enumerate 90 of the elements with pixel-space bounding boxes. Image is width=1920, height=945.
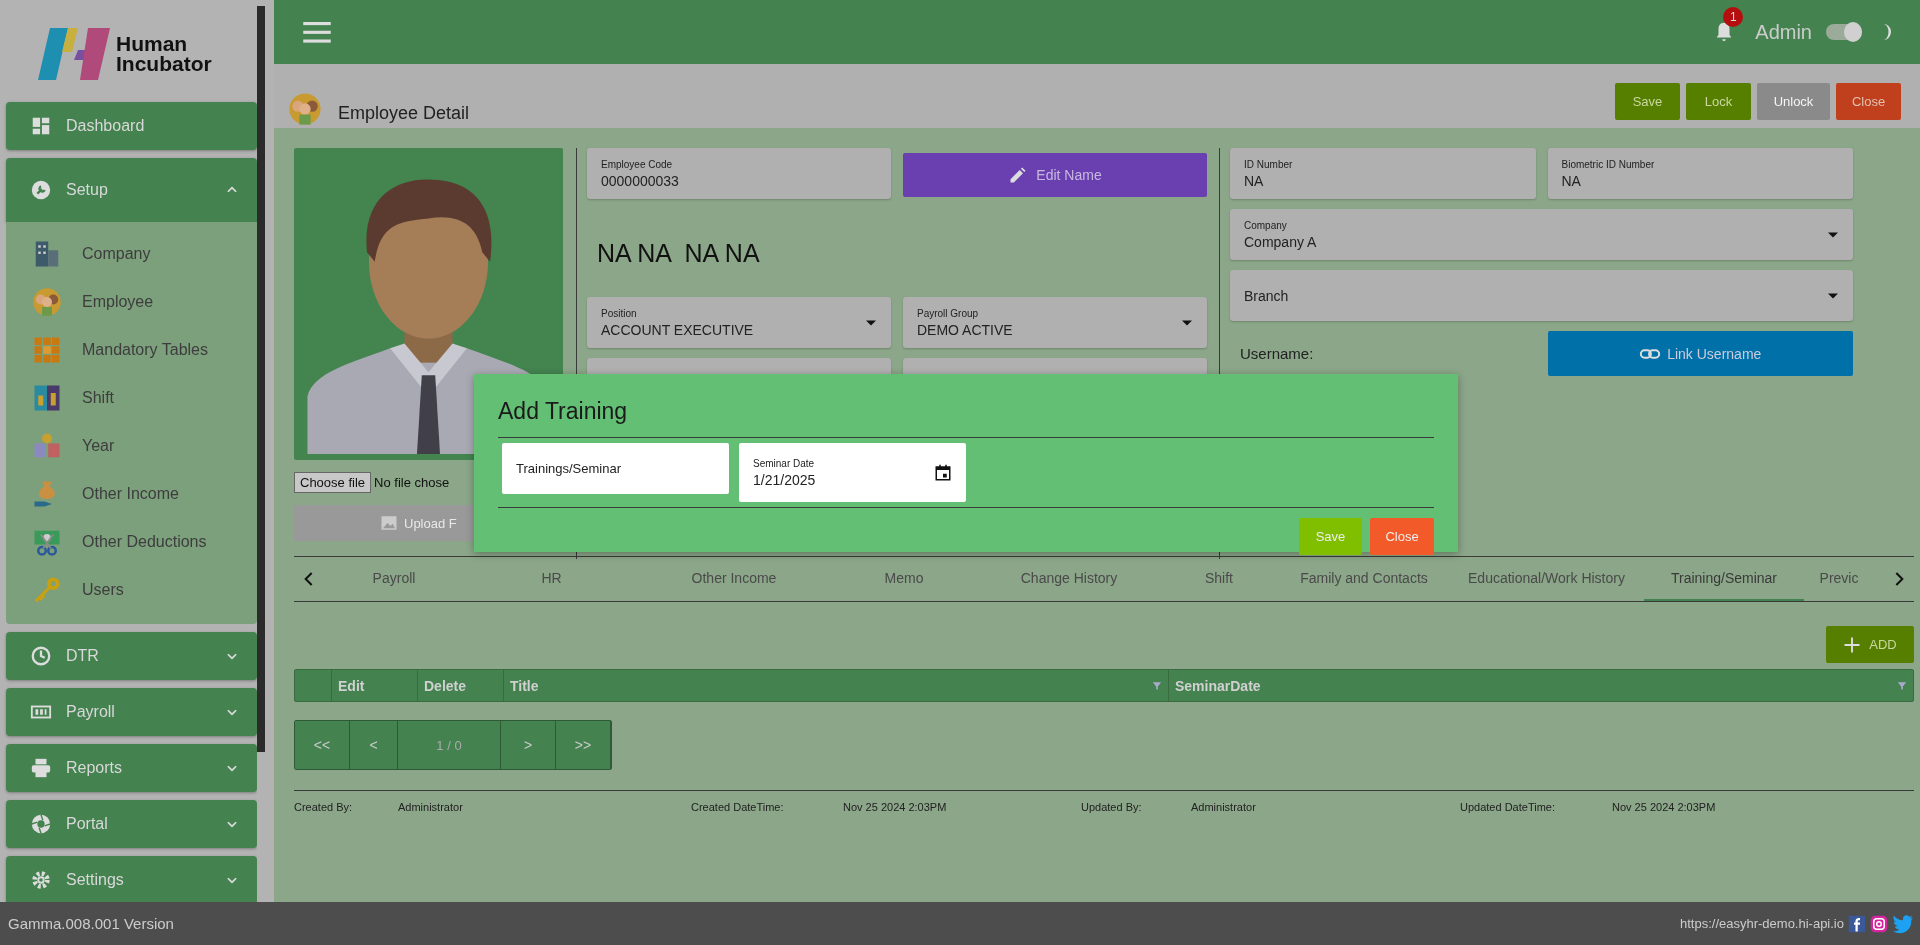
submenu-item[interactable]: Other Deductions — [6, 518, 257, 566]
tab[interactable]: Educational/Work History — [1449, 557, 1644, 601]
submenu-item[interactable]: Shift — [6, 374, 257, 422]
audit-value: Nov 25 2024 2:03PM — [1611, 801, 1716, 813]
input-field[interactable]: Biometric ID Number NA — [1547, 148, 1853, 199]
audit-label: Created By: — [294, 801, 354, 813]
instagram-icon — [1870, 914, 1888, 933]
input-field[interactable]: Employee Code 0000000033 — [587, 148, 891, 199]
site-link[interactable]: https://easyhr-demo.hi-api.io — [1679, 916, 1844, 931]
pager-button[interactable]: << — [295, 721, 350, 769]
theme-toggle[interactable] — [1826, 24, 1862, 40]
nav-item[interactable]: Settings — [6, 856, 257, 902]
tab[interactable]: HR — [464, 557, 639, 601]
facebook-icon — [1848, 914, 1866, 933]
tab[interactable]: Payroll — [324, 557, 464, 601]
pager-button[interactable]: >> — [556, 721, 611, 769]
aperture-icon — [30, 813, 52, 835]
pager-button[interactable]: > — [501, 721, 556, 769]
pager-button[interactable]: < — [350, 721, 398, 769]
dialog-title: Add Training — [498, 374, 1434, 438]
column-header[interactable]: Edit — [338, 677, 365, 694]
column-header[interactable]: SeminarDate — [1175, 677, 1261, 694]
nav-item[interactable]: Payroll — [6, 688, 257, 736]
filter-icon — [1152, 680, 1162, 691]
dropdown-field[interactable]: Payroll Group DEMO ACTIVE — [903, 297, 1207, 348]
column-header[interactable]: Title — [510, 677, 539, 694]
audit-value: Administrator — [398, 801, 463, 813]
notification-badge: 1 — [1723, 7, 1744, 27]
scrollbar[interactable] — [257, 6, 265, 752]
input-field[interactable]: ID Number NA — [1230, 148, 1536, 199]
plus-icon — [1843, 635, 1862, 654]
image-icon — [380, 514, 398, 532]
settings-icon — [30, 869, 52, 891]
action-button[interactable]: Save — [1615, 82, 1680, 120]
page-title: Employee Detail — [338, 103, 470, 125]
username-label: Username: — [1239, 345, 1315, 362]
filter-icon — [1897, 680, 1907, 691]
tab[interactable]: Family and Contacts — [1279, 557, 1449, 601]
submenu-item[interactable]: Other Income — [6, 470, 257, 518]
clock-icon — [30, 645, 52, 667]
dropdown-field[interactable]: Company Company A — [1230, 209, 1853, 260]
action-button[interactable]: Close — [1836, 82, 1901, 120]
panels-icon — [32, 383, 62, 413]
audit-label: Created DateTime: — [691, 801, 785, 813]
tab[interactable]: Previc — [1804, 557, 1874, 601]
employee-name: NA NA NA NA — [596, 237, 761, 269]
audit-value: Administrator — [1191, 801, 1256, 813]
printer-icon — [30, 757, 52, 779]
column-header[interactable]: Delete — [424, 677, 467, 694]
nav-item[interactable]: Setup — [6, 158, 257, 222]
people-icon — [288, 92, 322, 126]
date-field[interactable]: Seminar Date 1/21/2025 — [739, 443, 966, 502]
submenu-item[interactable]: Users — [6, 566, 257, 614]
tab[interactable]: Other Income — [639, 557, 829, 601]
input-field[interactable]: Trainings/Seminar — [502, 443, 729, 494]
logo-text: Human Incubator — [116, 34, 212, 74]
nav-item[interactable]: Reports — [6, 744, 257, 792]
people-icon — [32, 287, 62, 317]
dropdown-field[interactable]: Branch — [1230, 270, 1853, 321]
submenu-item[interactable]: Year — [6, 422, 257, 470]
key-icon — [32, 575, 62, 605]
page-indicator: 1 / 0 — [398, 721, 501, 769]
submenu-item[interactable]: Company — [6, 230, 257, 278]
grid-icon — [32, 335, 62, 365]
link-username-button[interactable]: Link Username — [1547, 331, 1853, 376]
action-button[interactable]: Lock — [1686, 82, 1751, 120]
logo-icon — [38, 28, 110, 80]
add-button[interactable]: ADD — [1826, 626, 1914, 663]
dropdown-field[interactable]: Position ACCOUNT EXECUTIVE — [587, 297, 891, 348]
edit-name-button[interactable]: Edit Name — [903, 153, 1207, 197]
save-button[interactable]: Save — [1299, 518, 1362, 555]
audit-value: Nov 25 2024 2:03PM — [842, 801, 947, 813]
version-text: Gamma.008.001 Version — [8, 915, 174, 932]
submenu-item[interactable]: Employee — [6, 278, 257, 326]
audit-label: Updated DateTime: — [1460, 801, 1556, 813]
tab[interactable]: Training/Seminar — [1644, 557, 1804, 601]
audit-label: Updated By: — [1081, 801, 1143, 813]
nav-item[interactable]: DTR — [6, 632, 257, 680]
choose-file-button[interactable]: Choose file — [294, 472, 372, 493]
tab[interactable]: Shift — [1159, 557, 1279, 601]
user-name[interactable]: Admin — [1755, 20, 1812, 44]
tab[interactable]: Change History — [979, 557, 1159, 601]
tab[interactable]: Memo — [829, 557, 979, 601]
close-button[interactable]: Close — [1370, 518, 1434, 555]
nav-item[interactable]: Dashboard — [6, 102, 257, 150]
dashboard-icon — [30, 115, 52, 137]
nav-item[interactable]: Portal — [6, 800, 257, 848]
submenu-item[interactable]: Mandatory Tables — [6, 326, 257, 374]
file-status: No file chose — [374, 475, 450, 490]
bird-icon — [1892, 912, 1914, 935]
